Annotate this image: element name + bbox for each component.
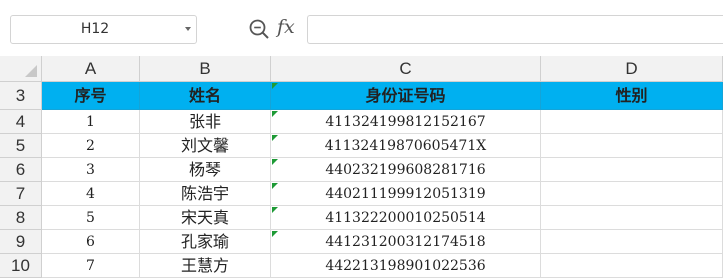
row-header-10[interactable]: 10 xyxy=(0,254,42,278)
cell-b7[interactable]: 陈浩宇 xyxy=(140,182,271,206)
row-header-9[interactable]: 9 xyxy=(0,230,42,254)
text-number-marker-icon xyxy=(272,207,278,213)
row-header-3[interactable]: 3 xyxy=(0,82,42,110)
cell-b5[interactable]: 刘文馨 xyxy=(140,134,271,158)
header-cell-d[interactable]: 性别 xyxy=(541,82,723,110)
cell-c10[interactable]: 442213198901022536 xyxy=(271,254,541,278)
chevron-down-icon[interactable] xyxy=(185,27,191,31)
formula-bar: H12 fx xyxy=(0,0,723,56)
cell-c8[interactable]: 411322200010250514 xyxy=(271,206,541,230)
zoom-formula-icon[interactable] xyxy=(248,18,270,40)
cell-a6[interactable]: 3 xyxy=(42,158,140,182)
text-number-marker-icon xyxy=(272,231,278,237)
column-header-b[interactable]: B xyxy=(140,56,271,82)
cell-c6[interactable]: 440232199608281716 xyxy=(271,158,541,182)
column-header-a[interactable]: A xyxy=(42,56,140,82)
cell-a5[interactable]: 2 xyxy=(42,134,140,158)
name-box-value: H12 xyxy=(80,21,110,37)
cell-a9[interactable]: 6 xyxy=(42,230,140,254)
cell-d6[interactable] xyxy=(541,158,723,182)
text-number-marker-icon xyxy=(272,111,278,117)
cell-b8[interactable]: 宋天真 xyxy=(140,206,271,230)
text-number-marker-icon xyxy=(272,83,278,89)
cell-d5[interactable] xyxy=(541,134,723,158)
cell-c4[interactable]: 411324199812152167 xyxy=(271,110,541,134)
cell-d10[interactable] xyxy=(541,254,723,278)
formula-input[interactable] xyxy=(307,15,723,44)
spreadsheet-grid: ABCD 3 序号 姓名 身份证号码 性别 4 1 张非 411324199812152167 5… xyxy=(0,56,723,279)
text-number-marker-icon xyxy=(272,183,278,189)
row-header-6[interactable]: 6 xyxy=(0,158,42,182)
row-header-7[interactable]: 7 xyxy=(0,182,42,206)
cell-d9[interactable] xyxy=(541,230,723,254)
fx-icon[interactable]: fx xyxy=(277,14,295,40)
cell-d7[interactable] xyxy=(541,182,723,206)
text-number-marker-icon xyxy=(272,135,278,141)
name-box[interactable]: H12 xyxy=(10,15,197,44)
cell-d4[interactable] xyxy=(541,110,723,134)
row-header-5[interactable]: 5 xyxy=(0,134,42,158)
cell-b9[interactable]: 孔家瑜 xyxy=(140,230,271,254)
text-number-marker-icon xyxy=(272,159,278,165)
cell-a10[interactable]: 7 xyxy=(42,254,140,278)
cell-d8[interactable] xyxy=(541,206,723,230)
cell-c7[interactable]: 440211199912051319 xyxy=(271,182,541,206)
cell-c9[interactable]: 441231200312174518 xyxy=(271,230,541,254)
cell-b10[interactable]: 王慧方 xyxy=(140,254,271,278)
cell-c5[interactable]: 41132419870605471X xyxy=(271,134,541,158)
header-cell-b[interactable]: 姓名 xyxy=(140,82,271,110)
row-header-8[interactable]: 8 xyxy=(0,206,42,230)
row-header-4[interactable]: 4 xyxy=(0,110,42,134)
cell-a4[interactable]: 1 xyxy=(42,110,140,134)
header-cell-c[interactable]: 身份证号码 xyxy=(271,82,541,110)
cell-b6[interactable]: 杨琴 xyxy=(140,158,271,182)
cell-a7[interactable]: 4 xyxy=(42,182,140,206)
cell-b4[interactable]: 张非 xyxy=(140,110,271,134)
column-header-d[interactable]: D xyxy=(541,56,723,82)
column-header-c[interactable]: C xyxy=(271,56,541,82)
select-all-icon xyxy=(25,65,37,77)
header-cell-a[interactable]: 序号 xyxy=(42,82,140,110)
cell-a8[interactable]: 5 xyxy=(42,206,140,230)
select-all-corner[interactable] xyxy=(0,56,42,82)
